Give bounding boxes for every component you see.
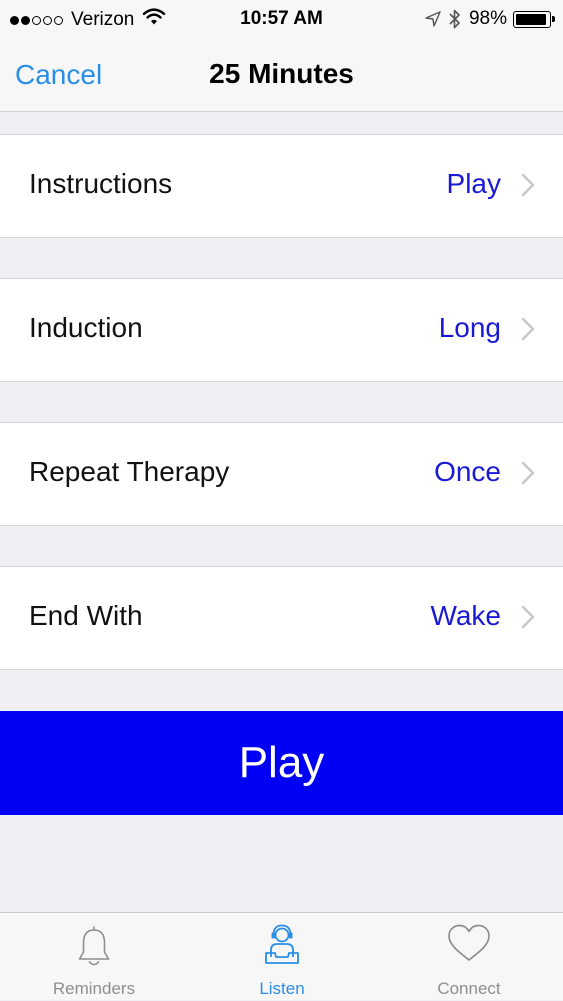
setting-value: Long — [438, 312, 501, 343]
setting-value: Wake — [430, 600, 501, 631]
battery-percent: 98% — [468, 8, 507, 29]
chevron-right-icon — [521, 605, 535, 629]
tab-reminders[interactable]: Reminders — [0, 913, 188, 1001]
setting-row-repeat-therapy[interactable]: Repeat Therapy Once — [0, 422, 563, 526]
chevron-right-icon — [521, 317, 535, 341]
setting-label: Repeat Therapy — [29, 456, 230, 487]
bell-icon — [78, 926, 110, 966]
tab-label: Listen — [259, 979, 305, 998]
tab-listen[interactable]: Listen — [188, 913, 376, 1001]
setting-value: Play — [446, 168, 501, 199]
status-right: 98% — [417, 8, 555, 30]
setting-label: Induction — [29, 312, 143, 343]
battery-icon — [513, 10, 555, 28]
battery-cap — [552, 15, 555, 22]
setting-row-induction[interactable]: Induction Long — [0, 278, 563, 382]
navigation-bar: Cancel 25 Minutes — [0, 40, 563, 112]
setting-row-instructions[interactable]: Instructions Play — [0, 134, 563, 238]
battery-fill — [516, 13, 546, 25]
bluetooth-icon — [449, 9, 461, 29]
setting-row-end-with[interactable]: End With Wake — [0, 566, 563, 670]
tab-label: Reminders — [52, 979, 136, 998]
location-arrow-icon — [425, 11, 441, 27]
tab-connect[interactable]: Connect — [375, 913, 563, 1001]
status-bar: Verizon 10:57 AM 98% — [0, 0, 563, 40]
listener-headset-icon — [265, 924, 299, 964]
chevron-right-icon — [521, 461, 535, 485]
chevron-right-icon — [521, 173, 535, 197]
tab-label: Connect — [437, 979, 501, 998]
heart-icon — [448, 924, 490, 961]
tab-bar: Reminders Listen Connect — [0, 912, 563, 1000]
setting-label: Instructions — [29, 168, 173, 199]
play-button[interactable]: Play — [0, 711, 563, 815]
setting-label: End With — [29, 600, 143, 631]
setting-value: Once — [434, 456, 501, 487]
page-title: 25 Minutes — [209, 58, 354, 89]
